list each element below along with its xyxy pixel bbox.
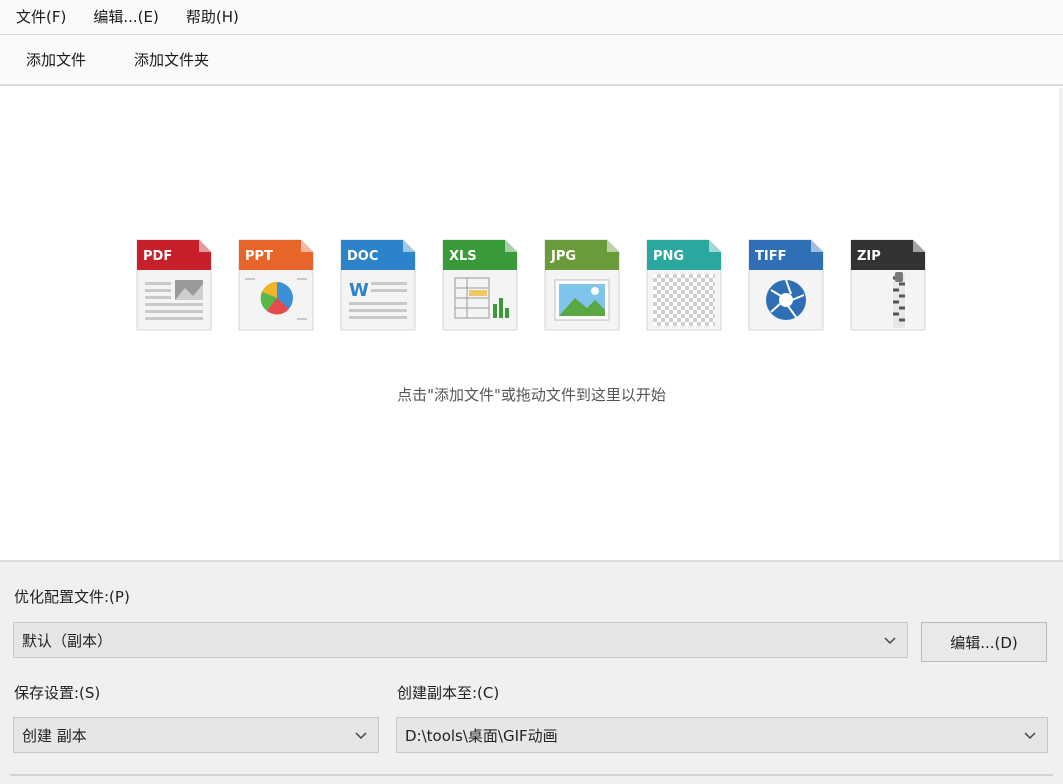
drop-hint-text: 点击"添加文件"或拖动文件到这里以开始	[397, 386, 666, 404]
zip-label: ZIP	[857, 249, 881, 264]
chevron-down-icon	[355, 732, 367, 740]
divider	[10, 774, 1053, 776]
doc-label: DOC	[347, 249, 378, 264]
copy-to-select[interactable]: D:\tools\桌面\GIF动画	[396, 717, 1048, 753]
menu-edit[interactable]: 编辑...(E)	[87, 0, 165, 35]
add-folder-button[interactable]: 添加文件夹	[126, 35, 217, 85]
settings-panel: 优化配置文件:(P) 默认（副本） 编辑...(D) 保存设置:(S) 创建副本…	[0, 562, 1063, 784]
copy-to-label: 创建副本至:(C)	[397, 684, 500, 702]
png-label: PNG	[653, 249, 684, 264]
xls-label: XLS	[449, 249, 477, 264]
pdf-label: PDF	[143, 249, 172, 264]
chevron-down-icon	[884, 637, 896, 645]
menu-file[interactable]: 文件(F)	[10, 0, 72, 35]
profile-select[interactable]: 默认（副本）	[13, 622, 908, 658]
file-drop-area[interactable]: PDF PPT DOC W XLS JPG PNG TIFF ZIP 点击"添加…	[0, 88, 1063, 562]
profile-label: 优化配置文件:(P)	[14, 588, 130, 606]
ppt-label: PPT	[245, 249, 273, 264]
jpg-label: JPG	[550, 249, 576, 264]
tiff-file-icon: TIFF	[747, 238, 825, 331]
file-type-icons: PDF PPT DOC W XLS JPG PNG TIFF ZIP	[135, 238, 935, 333]
profile-value: 默认（副本）	[22, 631, 113, 650]
zip-file-icon: ZIP	[849, 238, 927, 331]
chevron-down-icon	[1024, 732, 1036, 740]
doc-file-icon: DOC W	[339, 238, 417, 331]
toolbar: 添加文件 添加文件夹	[0, 36, 1063, 86]
save-settings-label: 保存设置:(S)	[14, 684, 101, 702]
copy-to-value: D:\tools\桌面\GIF动画	[405, 726, 558, 745]
jpg-file-icon: JPG	[543, 238, 621, 331]
scrollbar[interactable]	[1059, 88, 1063, 560]
add-file-button[interactable]: 添加文件	[18, 35, 94, 85]
png-file-icon: PNG	[645, 238, 723, 331]
menu-bar: 文件(F) 编辑...(E) 帮助(H)	[0, 0, 1063, 35]
xls-file-icon: XLS	[441, 238, 519, 331]
menu-help[interactable]: 帮助(H)	[180, 0, 245, 35]
save-settings-value: 创建 副本	[22, 726, 87, 745]
save-settings-select[interactable]: 创建 副本	[13, 717, 379, 753]
pdf-file-icon: PDF	[135, 238, 213, 331]
word-letter: W	[349, 280, 369, 301]
edit-profile-button[interactable]: 编辑...(D)	[921, 622, 1047, 662]
ppt-file-icon: PPT	[237, 238, 315, 331]
tiff-label: TIFF	[755, 249, 786, 264]
